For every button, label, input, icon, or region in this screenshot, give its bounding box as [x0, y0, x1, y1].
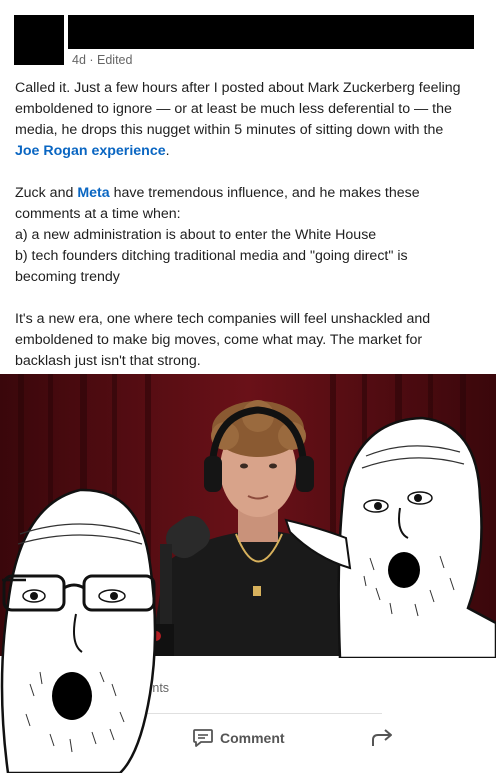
post-image[interactable]	[0, 374, 496, 656]
post-header: 4d · Edited	[0, 0, 496, 72]
text-line: emboldened to make big moves, come what …	[15, 332, 423, 348]
text-line: Called it. Just a few hours after I post…	[15, 80, 461, 96]
divider	[112, 713, 382, 714]
post-meta: 4d · Edited	[72, 53, 133, 67]
text-line: media, he drops this nugget within 5 min…	[15, 122, 444, 138]
joe-rogan-link[interactable]: Joe Rogan experience	[15, 143, 166, 159]
text-line: b) tech founders ditching traditional me…	[15, 248, 408, 264]
podcast-photo	[0, 374, 496, 656]
comment-button[interactable]: Comment	[192, 725, 285, 751]
paragraph-1: Called it. Just a few hours after I post…	[15, 78, 485, 162]
text-line: backlash just isn't that strong.	[15, 353, 201, 369]
share-arrow-icon[interactable]	[370, 726, 394, 750]
engagement-bar	[0, 656, 496, 773]
text-fragment: have tremendous influence, and he makes …	[109, 185, 420, 201]
comment-label: Comment	[220, 730, 285, 746]
text-fragment: Zuck and	[15, 185, 78, 201]
paragraph-3: It's a new era, one where tech companies…	[15, 309, 485, 372]
comment-icon	[193, 729, 213, 747]
post-body: Called it. Just a few hours after I post…	[15, 78, 485, 393]
author-name-redacted[interactable]	[68, 15, 474, 49]
comments-count[interactable]: ments	[135, 681, 169, 695]
text-line: comments at a time when:	[15, 206, 181, 222]
text-line: becoming trendy	[15, 269, 120, 285]
author-avatar-redacted[interactable]	[14, 15, 64, 65]
meta-link[interactable]: Meta	[77, 185, 109, 201]
paragraph-2: Zuck and Meta have tremendous influence,…	[15, 183, 485, 288]
text-line: a) a new administration is about to ente…	[15, 227, 377, 243]
text-line: It's a new era, one where tech companies…	[15, 311, 431, 327]
text-line: emboldened to ignore — or at least be mu…	[15, 101, 452, 117]
text-fragment: .	[165, 143, 170, 159]
